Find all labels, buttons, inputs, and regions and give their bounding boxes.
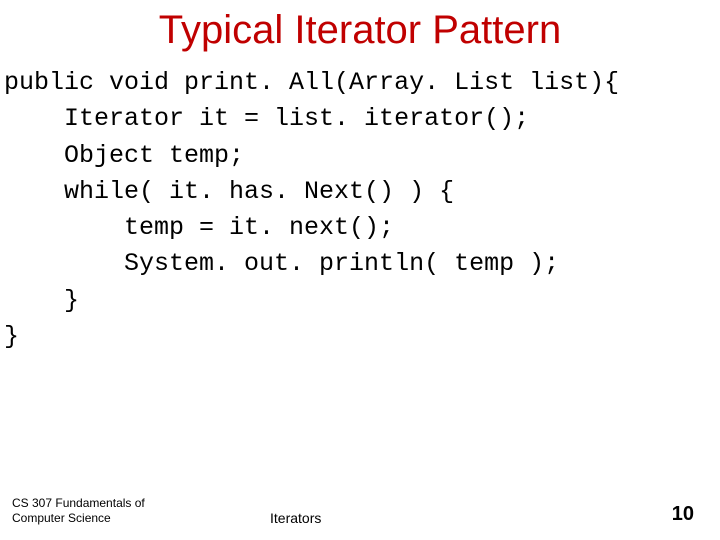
code-line: } (4, 286, 79, 315)
footer-course: CS 307 Fundamentals of Computer Science (0, 496, 240, 526)
code-line: public void print. All(Array. List list)… (4, 68, 619, 97)
code-line: temp = it. next(); (4, 213, 394, 242)
footer-course-line2: Computer Science (12, 511, 240, 526)
footer-topic: Iterators (240, 510, 640, 526)
code-line: } (4, 322, 19, 351)
footer: CS 307 Fundamentals of Computer Science … (0, 496, 720, 526)
footer-course-line1: CS 307 Fundamentals of (12, 496, 240, 511)
slide-title: Typical Iterator Pattern (0, 8, 720, 53)
page-number: 10 (640, 503, 720, 526)
code-block: public void print. All(Array. List list)… (0, 65, 720, 355)
code-line: System. out. println( temp ); (4, 249, 559, 278)
code-line: Iterator it = list. iterator(); (4, 104, 529, 133)
code-line: Object temp; (4, 141, 244, 170)
slide: Typical Iterator Pattern public void pri… (0, 0, 720, 540)
code-line: while( it. has. Next() ) { (4, 177, 454, 206)
